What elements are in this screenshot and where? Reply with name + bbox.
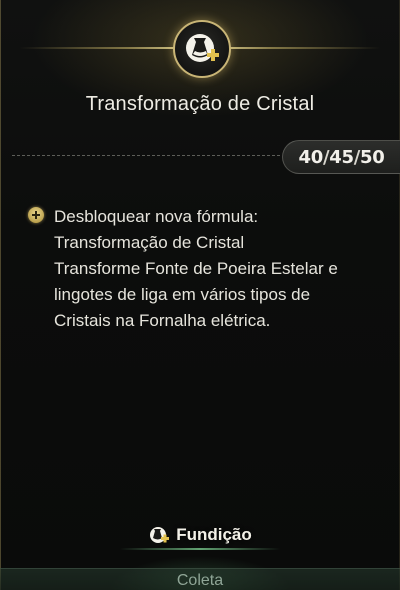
level-badge: 40/45/50 [282,140,400,174]
page-title: Transformação de Cristal [85,93,315,115]
plus-circle-icon [28,207,44,223]
feature-line: lingotes de liga em vários tipos de [54,285,311,304]
feature-line: Transforme Fonte de Poeira Estelar e [54,259,338,278]
feature-line: Cristais na Fornalha elétrica. [54,311,271,330]
feature-line: Desbloquear nova fórmula: [54,207,259,226]
category-tab-fundicao[interactable]: Fundição [100,520,300,550]
level-max: 50 [360,146,385,168]
smelting-icon [150,527,170,543]
feature-line: Transformação de Cristal [54,233,245,252]
unlock-description: Desbloquear nova fórmula: Transformação … [28,204,378,334]
level-mid: 45 [329,146,354,168]
feature-text: Desbloquear nova fórmula: Transformação … [54,204,378,334]
achievement-panel: Transformação de Cristal 40/45/50 Desblo… [0,0,400,590]
tab-underline [120,548,280,550]
header-medallion [173,20,231,78]
level-current: 40 [298,146,324,168]
alchemy-flask-icon [186,34,219,62]
collect-button[interactable]: Coleta [0,568,400,590]
divider [12,155,280,156]
category-label: Fundição [176,525,252,544]
